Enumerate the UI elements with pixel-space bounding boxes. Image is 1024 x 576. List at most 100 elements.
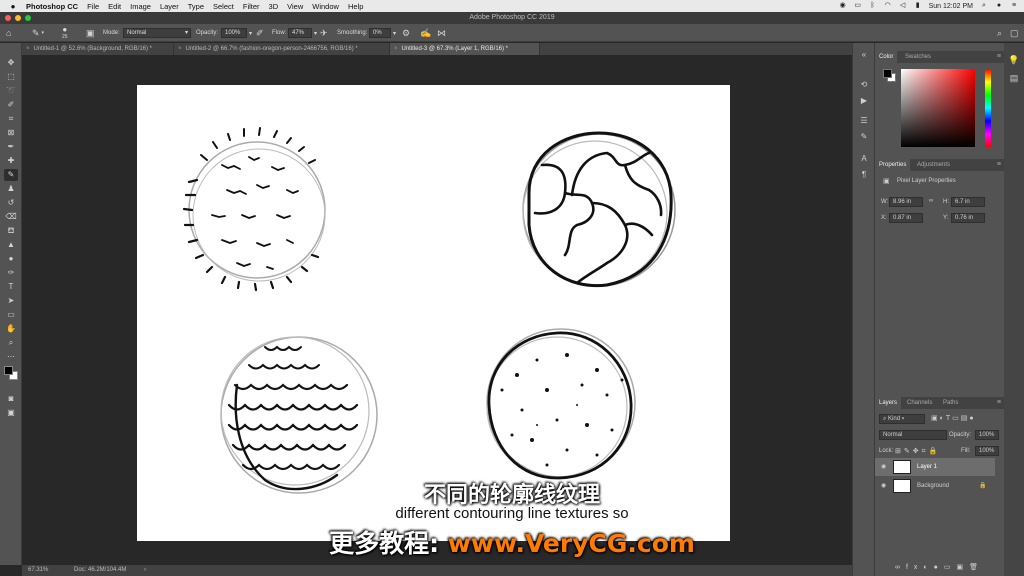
opacity-input[interactable]: 100% xyxy=(221,28,247,38)
menu-window[interactable]: Window xyxy=(312,2,339,11)
clone-stamp-tool-icon[interactable]: ♟ xyxy=(4,183,18,195)
close-tab-icon[interactable]: × xyxy=(26,46,30,52)
tab-properties[interactable]: Properties xyxy=(875,159,911,171)
volume-icon[interactable]: ◁ xyxy=(899,2,907,10)
brush-size-picker[interactable]: ● 25 xyxy=(62,24,68,42)
notification-center-icon[interactable]: ≡ xyxy=(1010,2,1018,10)
paint-bucket-tool-icon[interactable]: ⛾ xyxy=(4,225,18,237)
user-icon[interactable]: ● xyxy=(995,2,1003,10)
pressure-opacity-icon[interactable]: ✐ xyxy=(256,24,264,42)
menu-file[interactable]: File xyxy=(87,2,99,11)
move-tool-icon[interactable]: ✥ xyxy=(4,57,18,69)
menu-3d[interactable]: 3D xyxy=(269,2,279,11)
pen-tool-icon[interactable]: ✑ xyxy=(4,267,18,279)
airbrush-icon[interactable]: ✈ xyxy=(320,24,328,42)
width-input[interactable]: 8.96 in xyxy=(889,197,923,207)
menu-view[interactable]: View xyxy=(287,2,303,11)
tab-paths[interactable]: Paths xyxy=(939,397,962,409)
hue-slider[interactable] xyxy=(985,69,991,147)
smoothing-gear-icon[interactable]: ⚙ xyxy=(402,24,410,42)
layer-filter-kind[interactable]: ⌕ Kind ▾ xyxy=(879,414,925,424)
panel-menu-icon[interactable]: ≡ xyxy=(997,53,1001,60)
brush-settings-panel-icon[interactable]: ✎ xyxy=(858,131,870,142)
minimize-window-button[interactable] xyxy=(15,15,21,21)
clock[interactable]: Sun 12:02 PM xyxy=(929,3,973,10)
hand-tool-icon[interactable]: ✋ xyxy=(4,323,18,335)
marquee-tool-icon[interactable]: ⬚ xyxy=(4,71,18,83)
screen-mode-icon[interactable]: ▣ xyxy=(4,407,18,419)
wifi-icon[interactable]: ◠ xyxy=(884,2,892,10)
color-panel-foreground[interactable] xyxy=(883,69,892,78)
doc-size[interactable]: Doc: 46.2M/104.4M xyxy=(74,567,126,573)
blur-tool-icon[interactable]: ▲ xyxy=(4,239,18,251)
collapse-panels-icon[interactable]: « xyxy=(858,49,870,60)
tab-untitled-1[interactable]: × Untitled-1 @ 52.6% (Background, RGB/16)… xyxy=(22,43,174,55)
status-arrow-icon[interactable]: › xyxy=(144,567,146,573)
symmetry-icon[interactable]: ⋈ xyxy=(437,24,446,42)
layer-row-layer-1[interactable]: ◉ Layer 1 xyxy=(875,458,995,476)
dodge-tool-icon[interactable]: ● xyxy=(4,253,18,265)
tab-untitled-3[interactable]: × Untitled-3 @ 67.3% (Layer 1, RGB/16) * xyxy=(390,43,540,55)
bluetooth-icon[interactable]: ᛒ xyxy=(869,2,877,10)
smoothing-input[interactable]: 0% xyxy=(369,28,391,38)
brush-tool-icon[interactable]: ✎ xyxy=(4,169,18,181)
y-input[interactable]: 0.76 in xyxy=(951,213,985,223)
apple-icon[interactable]: ● xyxy=(8,2,18,11)
record-icon[interactable]: ◉ xyxy=(839,2,847,10)
eraser-tool-icon[interactable]: ⌫ xyxy=(4,211,18,223)
menu-filter[interactable]: Filter xyxy=(243,2,260,11)
adjustments-icon[interactable]: ☰ xyxy=(858,115,870,126)
workspace-icon[interactable]: ▢ xyxy=(1010,24,1019,42)
menu-edit[interactable]: Edit xyxy=(108,2,121,11)
close-tab-icon[interactable]: × xyxy=(394,46,398,52)
history-brush-tool-icon[interactable]: ↺ xyxy=(4,197,18,209)
lock-icons[interactable]: ⊞✎✥⌗🔒 xyxy=(895,447,940,456)
panel-menu-icon[interactable]: ≡ xyxy=(997,161,1001,168)
character-panel-icon[interactable]: A xyxy=(858,153,870,164)
foreground-color-swatch[interactable] xyxy=(4,366,13,375)
tab-color[interactable]: Color xyxy=(875,51,898,63)
history-panel-icon[interactable]: ⟲ xyxy=(858,79,870,90)
tab-swatches[interactable]: Swatches xyxy=(901,51,935,63)
shape-tool-icon[interactable]: ▭ xyxy=(4,309,18,321)
paragraph-panel-icon[interactable]: ¶ xyxy=(858,169,870,180)
flow-input[interactable]: 47% xyxy=(288,28,312,38)
menu-layer[interactable]: Layer xyxy=(160,2,179,11)
home-icon[interactable]: ⌂ xyxy=(6,24,11,42)
tab-adjustments[interactable]: Adjustments xyxy=(913,159,954,171)
brush-settings-icon[interactable]: ▣ xyxy=(86,24,95,42)
type-tool-icon[interactable]: T xyxy=(4,281,18,293)
link-icon[interactable]: ∞ xyxy=(929,198,933,204)
lasso-tool-icon[interactable]: ➰ xyxy=(4,85,18,97)
height-input[interactable]: 6.7 in xyxy=(951,197,985,207)
layer-opacity-input[interactable]: 100% xyxy=(975,430,999,440)
search-icon[interactable]: ⌕ xyxy=(997,24,1002,42)
quick-select-tool-icon[interactable]: ✐ xyxy=(4,99,18,111)
libraries-icon[interactable]: ▤ xyxy=(1008,73,1020,85)
more-tools-icon[interactable]: ⋯ xyxy=(4,351,18,363)
crop-tool-icon[interactable]: ⌗ xyxy=(4,113,18,125)
tab-layers[interactable]: Layers xyxy=(875,397,902,409)
close-tab-icon[interactable]: × xyxy=(178,46,182,52)
tab-channels[interactable]: Channels xyxy=(903,397,936,409)
menu-image[interactable]: Image xyxy=(130,2,151,11)
ad-url[interactable]: www.VeryCG.com xyxy=(448,529,695,558)
healing-brush-tool-icon[interactable]: ✚ xyxy=(4,155,18,167)
zoom-window-button[interactable] xyxy=(25,15,31,21)
spotlight-icon[interactable]: ⌕ xyxy=(980,2,988,10)
blend-mode-select[interactable]: Normal xyxy=(879,430,947,440)
brush-tool-preset-icon[interactable]: ✎ ▾ xyxy=(32,24,44,42)
learn-lightbulb-icon[interactable]: 💡 xyxy=(1008,55,1020,67)
frame-tool-icon[interactable]: ⊠ xyxy=(4,127,18,139)
app-menu[interactable]: Photoshop CC xyxy=(26,2,78,11)
zoom-tool-icon[interactable]: ⌕ xyxy=(4,337,18,349)
panel-menu-icon[interactable]: ≡ xyxy=(997,399,1001,406)
airplay-icon[interactable]: ▭ xyxy=(854,2,862,10)
layer-filter-icons[interactable]: ▣◐T▭▤● xyxy=(931,414,976,422)
menu-help[interactable]: Help xyxy=(348,2,363,11)
mode-select[interactable]: Normal ▾ xyxy=(123,28,191,38)
visibility-eye-icon[interactable]: ◉ xyxy=(881,463,886,470)
eyedropper-tool-icon[interactable]: ✒ xyxy=(4,141,18,153)
menu-type[interactable]: Type xyxy=(188,2,204,11)
fill-input[interactable]: 100% xyxy=(975,446,999,456)
